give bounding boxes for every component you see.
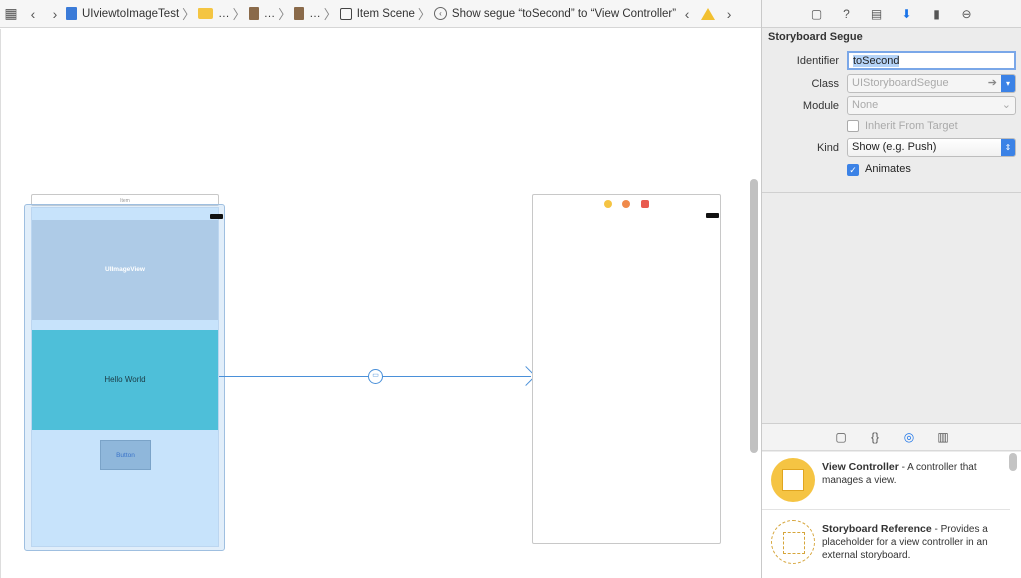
identity-inspector-icon[interactable]: ▤	[868, 5, 886, 23]
library-scrollbar[interactable]	[1009, 453, 1017, 471]
animates-row: ✓ Animates	[762, 160, 1021, 180]
chevron-updown-icon[interactable]: ⇕	[1001, 139, 1015, 156]
module-row: Module None ⌄	[762, 96, 1021, 116]
size-inspector-icon[interactable]: ▮	[928, 5, 946, 23]
battery-icon	[210, 214, 223, 219]
identifier-row: Identifier toSecond	[762, 51, 1021, 71]
class-field[interactable]: UIStoryboardSegue ➔ ▾	[847, 74, 1016, 93]
list-item[interactable]: Storyboard Reference - Provides a placeh…	[762, 514, 1010, 572]
list-item-text: View Controller - A controller that mana…	[822, 461, 977, 486]
breadcrumb-project[interactable]: UIviewtoImageTest	[66, 0, 179, 27]
breadcrumb-separator: 〉	[182, 7, 196, 22]
related-items-icon[interactable]: ▦	[0, 0, 22, 27]
breadcrumb-separator: 〉	[417, 7, 431, 22]
view-controller-icon	[771, 458, 815, 502]
breadcrumb-folder[interactable]: …	[198, 0, 230, 27]
warning-icon[interactable]	[701, 7, 716, 20]
object-library-list[interactable]: View Controller - A controller that mana…	[762, 452, 1021, 578]
code-snippet-icon[interactable]: {}	[866, 428, 884, 446]
kind-row: Kind Show (e.g. Push) ⇕	[762, 138, 1021, 158]
chevron-down-icon[interactable]: ▾	[1001, 75, 1015, 92]
connections-inspector-icon[interactable]: ⊖	[958, 5, 976, 23]
view-controller-icon[interactable]	[604, 200, 612, 208]
library-tabs: ▢ {} ◎ ▥	[762, 423, 1021, 451]
segue-show-icon[interactable]: ▭	[368, 369, 383, 384]
first-responder-icon[interactable]	[622, 200, 630, 208]
button-view[interactable]: Button	[100, 440, 151, 470]
class-row: Class UIStoryboardSegue ➔ ▾	[762, 74, 1021, 94]
scene-icon	[339, 7, 352, 20]
arrow-right-circle-icon[interactable]: ➔	[988, 75, 997, 92]
base-file-icon	[294, 7, 305, 20]
folder-icon	[198, 8, 214, 19]
inherit-checkbox[interactable]	[847, 120, 859, 132]
breadcrumb-separator: 〉	[323, 7, 337, 22]
storyboard-reference-icon	[771, 520, 815, 564]
destination-view-controller[interactable]	[532, 194, 721, 544]
inherit-row: Inherit From Target	[762, 116, 1021, 136]
breadcrumb-segue[interactable]: ‹ Show segue “toSecond” to “View Control…	[433, 0, 676, 27]
back-button[interactable]: ‹	[22, 0, 44, 27]
previous-issue-button[interactable]: ‹	[676, 0, 698, 27]
image-view[interactable]: UIImageView	[32, 220, 218, 320]
file-inspector-icon[interactable]: ▢	[808, 5, 826, 23]
battery-icon	[706, 213, 719, 218]
identifier-field[interactable]: toSecond	[847, 51, 1016, 70]
media-library-icon[interactable]: ▥	[934, 428, 952, 446]
root-view[interactable]: UIImageView Hello World Button	[31, 207, 223, 547]
forward-button[interactable]: ›	[44, 0, 66, 27]
kind-popup[interactable]: Show (e.g. Push) ⇕	[847, 138, 1016, 157]
animates-checkbox[interactable]: ✓	[847, 164, 859, 176]
storyboard-file-icon	[248, 7, 259, 20]
chevron-down-icon: ⌄	[1001, 99, 1011, 111]
canvas-scrollbar[interactable]	[750, 179, 758, 453]
inspector-tabs: ▢ ? ▤ ⬇ ▮ ⊖	[762, 0, 1021, 28]
breadcrumb-scene[interactable]: Item Scene	[339, 0, 415, 27]
exit-icon[interactable]	[641, 200, 649, 208]
item-view-controller[interactable]: UIImageView Hello World Button	[24, 204, 225, 551]
object-library-icon[interactable]: ◎	[900, 428, 918, 446]
module-field[interactable]: None ⌄	[847, 96, 1016, 115]
file-template-icon[interactable]: ▢	[832, 428, 850, 446]
breadcrumb-separator: 〉	[278, 7, 292, 22]
section-title: Storyboard Segue	[768, 31, 863, 43]
breadcrumb-separator: 〉	[232, 7, 246, 22]
hello-world-label[interactable]: Hello World	[32, 330, 218, 430]
segue-icon: ‹	[433, 7, 447, 20]
jump-bar: ▦ ‹ › UIviewtoImageTest 〉 … 〉 … 〉 … 〉 It…	[0, 0, 761, 28]
list-item-text: Storyboard Reference - Provides a placeh…	[822, 523, 988, 561]
breadcrumb-base[interactable]: …	[294, 0, 321, 27]
list-item[interactable]: View Controller - A controller that mana…	[762, 452, 1010, 510]
project-icon	[66, 7, 77, 20]
attributes-inspector-icon[interactable]: ⬇	[898, 5, 916, 23]
utilities-panel: ▢ ? ▤ ⬇ ▮ ⊖ Storyboard Segue Identifier …	[761, 0, 1021, 578]
quick-help-icon[interactable]: ?	[838, 5, 856, 23]
breadcrumb-storyboard[interactable]: …	[248, 0, 275, 27]
next-issue-button[interactable]: ›	[718, 0, 740, 27]
storyboard-canvas[interactable]: Item UIImageView Hello World Button ▭	[0, 29, 761, 578]
divider	[762, 192, 1021, 193]
